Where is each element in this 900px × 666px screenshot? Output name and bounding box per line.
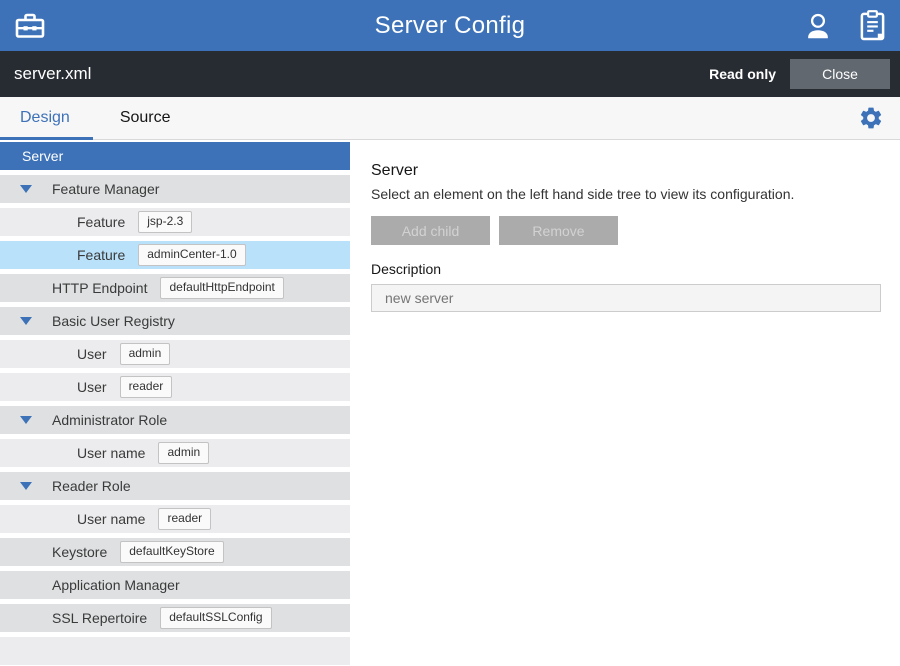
tree-item-badge: defaultSSLConfig: [160, 607, 271, 630]
tree-item-label: Feature Manager: [52, 181, 159, 197]
tree-item-ssl-repertoire-defaultsslconfig[interactable]: SSL Repertoire defaultSSLConfig: [0, 604, 350, 632]
config-tree: ServerFeature ManagerFeaturejsp-2.3Featu…: [0, 140, 350, 666]
tree-item-user-admin[interactable]: User admin: [0, 340, 350, 368]
tree-item-user-name-admin[interactable]: User name admin: [0, 439, 350, 467]
tree-item-label: Feature: [77, 214, 125, 230]
main-area: ServerFeature ManagerFeaturejsp-2.3Featu…: [0, 140, 900, 666]
tree-item-feature-manager[interactable]: Feature Manager: [0, 175, 350, 203]
tree-item-badge: adminCenter-1.0: [138, 244, 245, 267]
tree-item-empty: [0, 637, 350, 665]
tab-source[interactable]: Source: [120, 109, 171, 127]
description-label: Description: [371, 261, 881, 277]
tree-item-label: Administrator Role: [52, 412, 167, 428]
tree-item-badge: admin: [158, 442, 209, 465]
add-child-button[interactable]: Add child: [371, 216, 490, 245]
tree-item-label: HTTP Endpoint: [52, 280, 147, 296]
app-title: Server Config: [0, 12, 900, 40]
filename: server.xml: [14, 64, 91, 84]
tree-item-reader-role[interactable]: Reader Role: [0, 472, 350, 500]
tree-item-label: User name: [77, 511, 145, 527]
tree-item-user-name-reader[interactable]: User name reader: [0, 505, 350, 533]
app-header: Server Config: [0, 0, 900, 51]
close-button[interactable]: Close: [790, 59, 890, 89]
tree-item-server[interactable]: Server: [0, 142, 350, 170]
tree-item-badge: defaultKeyStore: [120, 541, 223, 564]
tree-item-label: User name: [77, 445, 145, 461]
tree-item-badge: defaultHttpEndpoint: [160, 277, 283, 300]
tree-item-feature-jsp-2.3[interactable]: Feature jsp-2.3: [0, 208, 350, 236]
chevron-down-icon[interactable]: [20, 482, 32, 490]
remove-button[interactable]: Remove: [499, 216, 618, 245]
tree-item-badge: reader: [158, 508, 211, 531]
file-bar: server.xml Read only Close: [0, 51, 900, 97]
tree-item-application-manager[interactable]: Application Manager: [0, 571, 350, 599]
tree-item-label: Feature: [77, 247, 125, 263]
tree-item-label: Application Manager: [52, 577, 180, 593]
description-input[interactable]: [371, 284, 881, 312]
tree-item-administrator-role[interactable]: Administrator Role: [0, 406, 350, 434]
active-tab-underline: [0, 137, 93, 140]
tree-item-label: User: [77, 379, 107, 395]
gear-icon[interactable]: [858, 105, 884, 136]
tab-bar: Design Source: [0, 97, 900, 140]
chevron-down-icon[interactable]: [20, 416, 32, 424]
tree-item-feature-admincenter-1.0[interactable]: Feature adminCenter-1.0: [0, 241, 350, 269]
tab-design[interactable]: Design: [20, 109, 70, 127]
tree-item-label: SSL Repertoire: [52, 610, 147, 626]
chevron-down-icon[interactable]: [20, 185, 32, 193]
tree-item-badge: jsp-2.3: [138, 211, 192, 234]
tree-item-user-reader[interactable]: User reader: [0, 373, 350, 401]
tree-item-label: User: [77, 346, 107, 362]
tree-item-badge: reader: [120, 376, 173, 399]
tree-item-label: Keystore: [52, 544, 107, 560]
detail-panel: Server Select an element on the left han…: [350, 140, 900, 666]
readonly-status: Read only: [709, 66, 776, 82]
tree-item-badge: admin: [120, 343, 171, 366]
tree-item-label: Reader Role: [52, 478, 131, 494]
tree-item-label: Basic User Registry: [52, 313, 175, 329]
chevron-down-icon[interactable]: [20, 317, 32, 325]
detail-title: Server: [371, 162, 881, 180]
tree-item-keystore-defaultkeystore[interactable]: Keystore defaultKeyStore: [0, 538, 350, 566]
detail-subtitle: Select an element on the left hand side …: [371, 186, 881, 202]
tree-item-basic-user-registry[interactable]: Basic User Registry: [0, 307, 350, 335]
tree-item-label: Server: [22, 148, 63, 164]
tree-item-http-endpoint-defaulthttpendpoint[interactable]: HTTP Endpoint defaultHttpEndpoint: [0, 274, 350, 302]
